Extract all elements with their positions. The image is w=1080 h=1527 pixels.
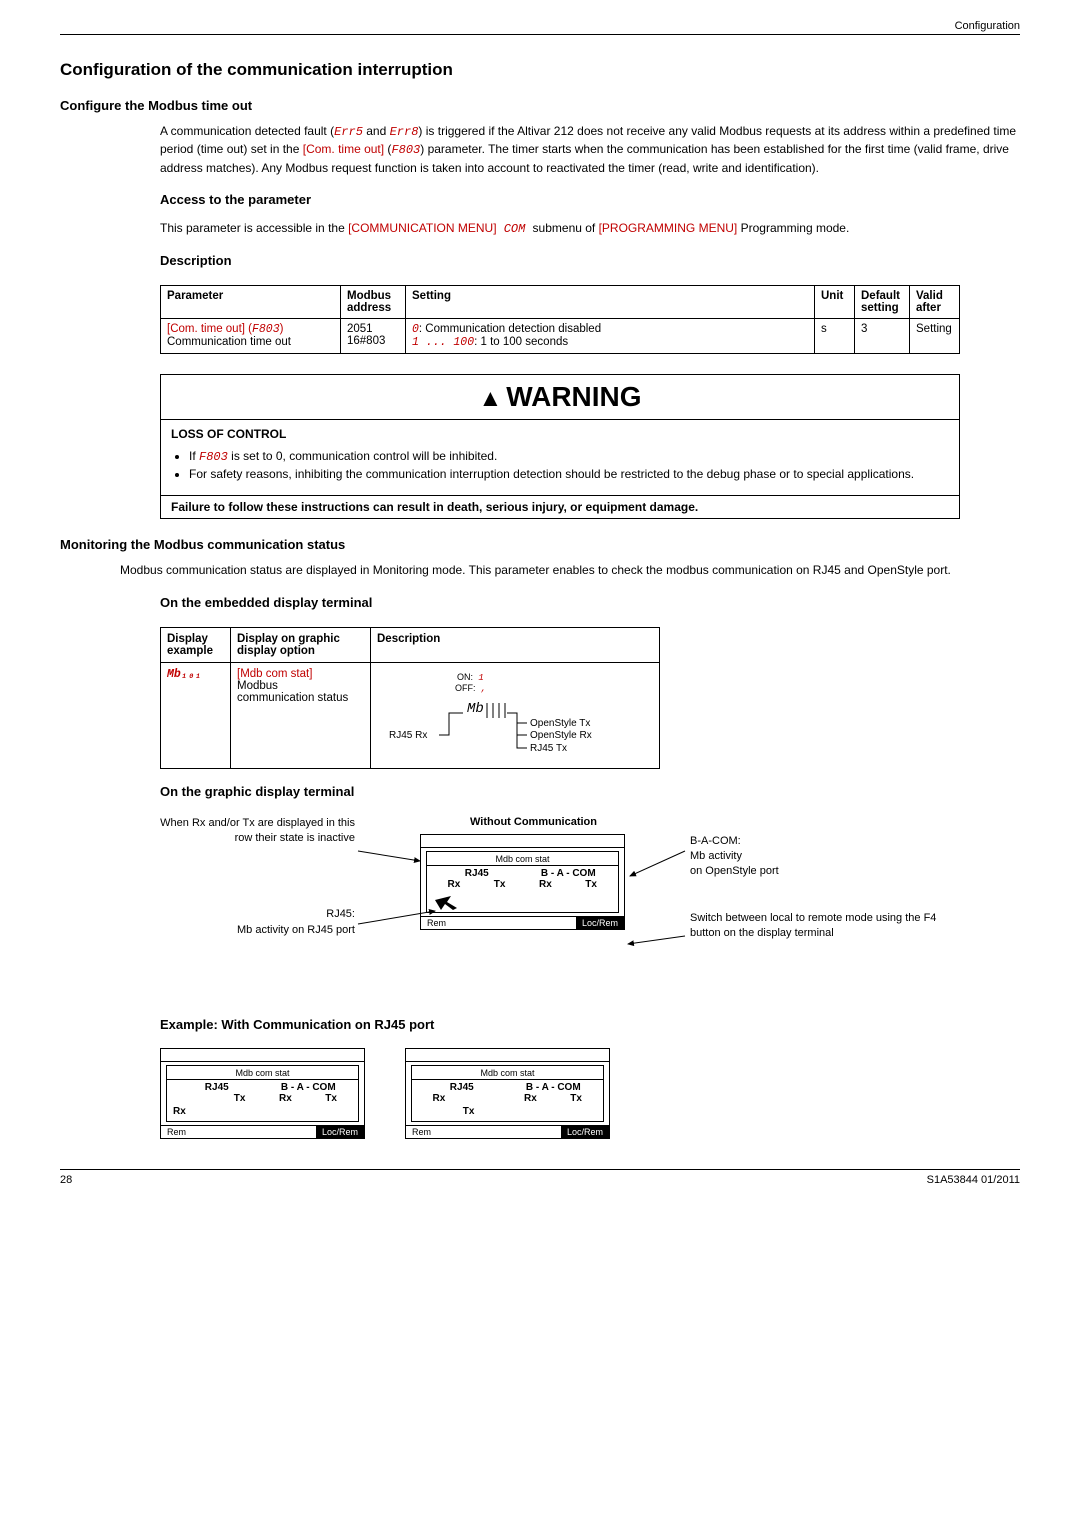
table-header-row: Parameter Modbus address Setting Unit De…	[161, 286, 960, 319]
graphic-heading: On the graphic display terminal	[160, 783, 1020, 802]
page-number: 28	[60, 1174, 72, 1186]
svg-text:OFF: ,: OFF: ,	[455, 683, 486, 694]
warning-icon: ▲	[478, 385, 502, 413]
doc-ref: S1A53844 01/2011	[927, 1174, 1020, 1186]
monitor-text: Modbus communication status are displaye…	[60, 562, 1020, 579]
cursor-icon	[433, 892, 473, 912]
rj45-activity-label: Mb activity on RJ45 port	[160, 924, 355, 936]
warning-box: ▲WARNING LOSS OF CONTROL If F803 is set …	[160, 374, 960, 519]
bacom-callout: B-A-COM: Mb activity on OpenStyle port	[690, 834, 779, 880]
screen-example-1: Mdb com stat RJ45B - A - COM TxRxTx Rx R…	[160, 1048, 365, 1139]
table-row: [Com. time out] (F803) Communication tim…	[161, 319, 960, 354]
parameter-table: Parameter Modbus address Setting Unit De…	[160, 285, 960, 354]
table-row: Mb₁₀₁ [Mdb com stat] Modbus communicatio…	[161, 662, 660, 768]
svg-text:RJ45 Rx: RJ45 Rx	[389, 730, 427, 741]
monitor-heading: Monitoring the Modbus communication stat…	[60, 537, 1020, 552]
mb-diagram: ON: 1 OFF: , Mb RJ45 Rx OpenStyle Tx Ope	[377, 668, 632, 763]
svg-text:OpenStyle Tx: OpenStyle Tx	[530, 718, 590, 729]
left-top-callout: When Rx and/or Tx are displayed in this …	[160, 816, 355, 847]
configure-paragraph: A communication detected fault (Err5 and…	[60, 123, 1020, 177]
section-title: Configuration of the communication inter…	[60, 60, 1020, 80]
svg-text:ON: 1: ON: 1	[457, 672, 484, 683]
configure-heading: Configure the Modbus time out	[60, 98, 1020, 113]
page-footer: 28 S1A53844 01/2011	[60, 1169, 1020, 1186]
header-category: Configuration	[60, 20, 1020, 35]
locrem-callout: Switch between local to remote mode usin…	[690, 911, 950, 942]
access-text: This parameter is accessible in the [COM…	[160, 220, 1020, 238]
link-com-timeout: [Com. time out]	[303, 142, 384, 156]
seg-err5: Err5	[334, 125, 363, 139]
screen-example-2: Mdb com stat RJ45B - A - COM RxRxTx Tx R…	[405, 1048, 610, 1139]
seg-err8: Err8	[390, 125, 419, 139]
screen-without-comm: Mdb com stat RJ45B - A - COM RxTxRxTx Re…	[420, 834, 625, 930]
access-heading: Access to the parameter	[160, 191, 1020, 210]
embedded-heading: On the embedded display terminal	[160, 594, 1020, 613]
description-heading: Description	[160, 252, 1020, 271]
warning-subhead: LOSS OF CONTROL	[171, 426, 949, 443]
warning-footer: Failure to follow these instructions can…	[161, 495, 959, 518]
example-heading: Example: With Communication on RJ45 port	[160, 1016, 1020, 1035]
svg-text:OpenStyle Rx: OpenStyle Rx	[530, 730, 592, 741]
warning-title: ▲WARNING	[161, 375, 959, 420]
rj45-label: RJ45:	[280, 908, 355, 920]
warning-li-1: If F803 is set to 0, communication contr…	[189, 448, 949, 466]
table-header-row: Display example Display on graphic displ…	[161, 627, 660, 662]
warning-li-2: For safety reasons, inhibiting the commu…	[189, 466, 949, 483]
example-screens: Mdb com stat RJ45B - A - COM TxRxTx Rx R…	[160, 1048, 1020, 1139]
without-comm-label: Without Communication	[470, 816, 597, 828]
screen-diagram: Without Communication When Rx and/or Tx …	[160, 816, 960, 1006]
svg-text:RJ45 Tx: RJ45 Tx	[530, 743, 567, 754]
svg-text:Mb: Mb	[467, 701, 484, 717]
display-table: Display example Display on graphic displ…	[160, 627, 660, 769]
